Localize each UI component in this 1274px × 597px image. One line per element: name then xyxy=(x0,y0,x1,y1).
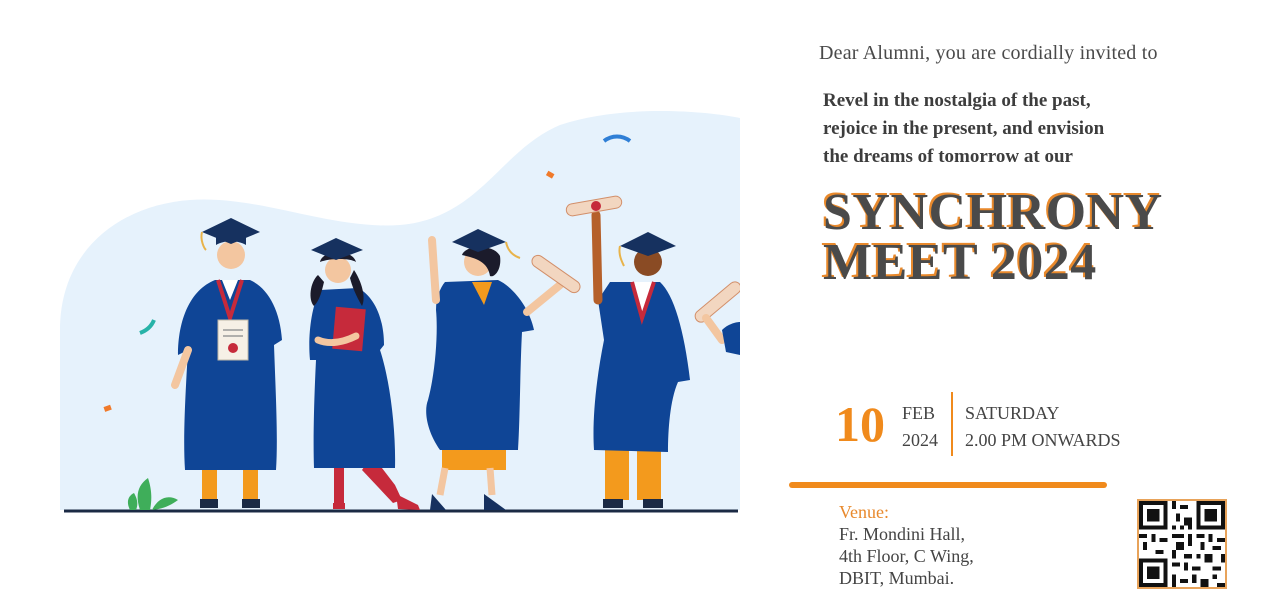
event-year: 2024 xyxy=(902,430,938,450)
venue-line: 4th Floor, C Wing, xyxy=(839,546,974,566)
event-weekday-time: SATURDAY 2.00 PM ONWARDS xyxy=(965,400,1121,454)
event-weekday: SATURDAY xyxy=(965,403,1060,423)
divider-rule xyxy=(789,482,1107,488)
event-title-line: SYNCHRONY xyxy=(823,184,1163,241)
qr-code-icon[interactable] xyxy=(1137,499,1227,589)
invitation-greeting: Dear Alumni, you are cordially invited t… xyxy=(819,42,1158,64)
event-title: SYNCHRONY MEET 2024 xyxy=(823,184,1163,291)
event-month-year: FEB 2024 xyxy=(902,400,938,454)
venue-line: Fr. Mondini Hall, xyxy=(839,524,966,544)
venue-label: Venue: xyxy=(839,502,889,522)
tagline-line: rejoice in the present, and envision xyxy=(823,118,1105,139)
graduates-illustration xyxy=(0,0,740,597)
venue-block: Venue: Fr. Mondini Hall, 4th Floor, C Wi… xyxy=(839,501,974,589)
event-time: 2.00 PM ONWARDS xyxy=(965,430,1121,450)
tagline-line: the dreams of tomorrow at our xyxy=(823,146,1073,167)
venue-line: DBIT, Mumbai. xyxy=(839,568,955,588)
event-title-line: MEET 2024 xyxy=(823,234,1097,291)
tagline-line: Revel in the nostalgia of the past, xyxy=(823,90,1091,111)
event-day: 10 xyxy=(835,396,885,452)
event-month: FEB xyxy=(902,403,936,423)
invitation-tagline: Revel in the nostalgia of the past, rejo… xyxy=(823,87,1243,171)
date-divider xyxy=(951,392,953,456)
